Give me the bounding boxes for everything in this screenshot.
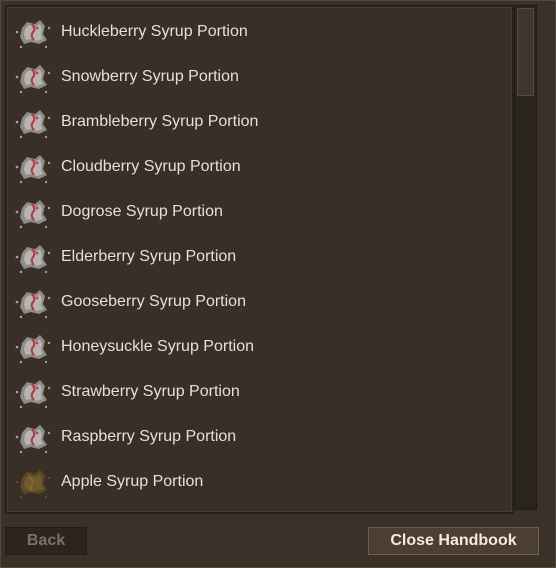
list-item[interactable]: Strawberry Syrup Portion [7,369,512,414]
item-label: Gooseberry Syrup Portion [61,292,246,310]
syrup-portion-icon [13,417,53,457]
item-label: Brambleberry Syrup Portion [61,112,259,130]
list-item[interactable]: Brambleberry Syrup Portion [7,99,512,144]
syrup-portion-icon [13,57,53,97]
item-label: Huckleberry Syrup Portion [61,22,248,40]
back-button[interactable]: Back [5,527,87,555]
syrup-portion-icon [13,282,53,322]
close-handbook-button[interactable]: Close Handbook [368,527,539,555]
scrollbar-thumb[interactable] [517,8,534,96]
syrup-portion-icon [13,327,53,367]
item-label: Elderberry Syrup Portion [61,247,237,265]
syrup-portion-icon [13,372,53,412]
syrup-portion-icon [13,102,53,142]
syrup-portion-icon [13,237,53,277]
list-item[interactable]: Dogrose Syrup Portion [7,189,512,234]
syrup-portion-icon [13,192,53,232]
list-item[interactable]: Huckleberry Syrup Portion [7,9,512,54]
item-label: Raspberry Syrup Portion [61,427,237,445]
list-item[interactable]: Honeysuckle Syrup Portion [7,324,512,369]
list-scrollbar[interactable] [514,5,537,510]
list-item[interactable]: Raspberry Syrup Portion [7,414,512,459]
item-label: Cloudberry Syrup Portion [61,157,241,175]
list-item[interactable]: Apple Syrup Portion [7,459,512,504]
item-label: Snowberry Syrup Portion [61,67,239,85]
list-item[interactable]: Snowberry Syrup Portion [7,54,512,99]
item-label: Strawberry Syrup Portion [61,382,240,400]
list-item[interactable]: Elderberry Syrup Portion [7,234,512,279]
list-item[interactable]: Gooseberry Syrup Portion [7,279,512,324]
item-label: Apple Syrup Portion [61,472,204,490]
item-label: Dogrose Syrup Portion [61,202,223,220]
list-item[interactable]: Cloudberry Syrup Portion [7,144,512,189]
syrup-portion-icon [13,12,53,52]
item-label: Honeysuckle Syrup Portion [61,337,254,355]
apple-syrup-portion-icon [13,462,53,502]
syrup-portion-icon [13,147,53,187]
handbook-item-list[interactable]: Huckleberry Syrup Portion Snowberry Syru… [5,5,514,514]
